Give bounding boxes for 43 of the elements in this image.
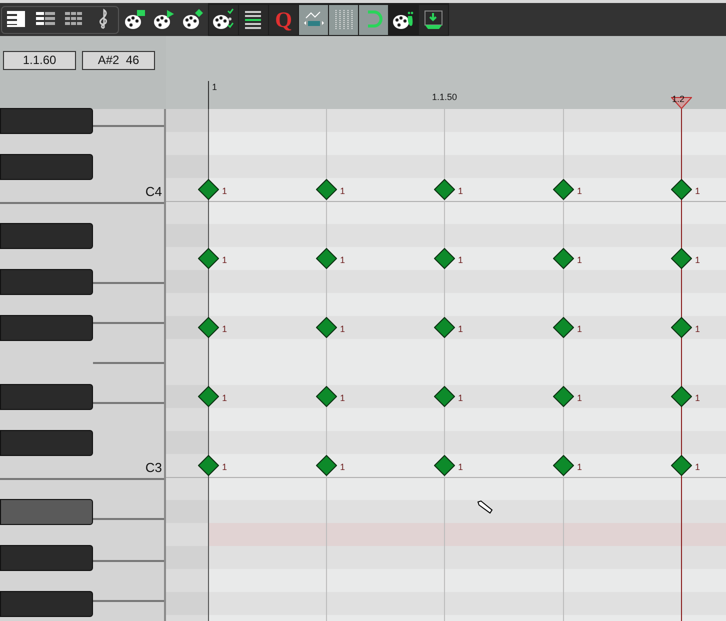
velocity-label: 1 (458, 394, 464, 403)
cc-lane-button[interactable] (299, 4, 328, 34)
event-list-button[interactable] (239, 4, 268, 34)
key-label: C4 (145, 183, 162, 201)
velocity-label: 1 (577, 187, 582, 196)
velocity-label: 1 (695, 187, 700, 196)
velocity-label: 1 (340, 463, 346, 472)
insert-down-icon (422, 8, 445, 31)
piano-keyboard[interactable]: C4 C3 (0, 109, 166, 621)
value-field[interactable]: 1.1.60 (3, 51, 76, 70)
velocity-label: 1 (458, 463, 464, 472)
velocity-label: 1 (340, 394, 346, 403)
palette-play-icon (153, 8, 176, 31)
velocity-label: 1 (577, 463, 582, 472)
ruler-label: 1.1.50 (432, 91, 458, 104)
velocity-label: 1 (458, 187, 464, 196)
clef-icon (98, 8, 108, 31)
velocity-label: 1 (458, 325, 464, 334)
palette-list-icon (212, 8, 235, 31)
key-label: C3 (145, 459, 162, 477)
velocity-label: 1 (695, 394, 700, 403)
velocity-label: 1 (222, 394, 228, 403)
velocity-label: 1 (695, 256, 700, 265)
velocity-label: 1 (222, 325, 228, 334)
measure-label: 1 (212, 81, 218, 94)
velocity-label: 1 (222, 256, 228, 265)
velocity-label: 1 (340, 187, 346, 196)
velocity-label: 1 (340, 325, 346, 334)
sharp-key[interactable] (0, 499, 93, 525)
velocity-label: 1 (458, 256, 464, 265)
velocity-label: 1 (222, 463, 228, 472)
velocity-label: 1 (222, 187, 228, 196)
velocity-label: 1 (577, 394, 582, 403)
note-filter-button[interactable] (209, 4, 238, 34)
velocity-label: 1 (695, 463, 700, 472)
velocity-label: 1 (577, 325, 582, 334)
velocity-label: 1 (577, 256, 582, 265)
velocity-label: 1 (340, 256, 346, 265)
palette-diamond-icon (182, 8, 205, 31)
insert-down-button[interactable] (419, 4, 448, 34)
palette-note-icon (124, 8, 147, 31)
value-field[interactable]: A#2 46 (82, 51, 155, 70)
velocity-label: 1 (695, 325, 700, 334)
